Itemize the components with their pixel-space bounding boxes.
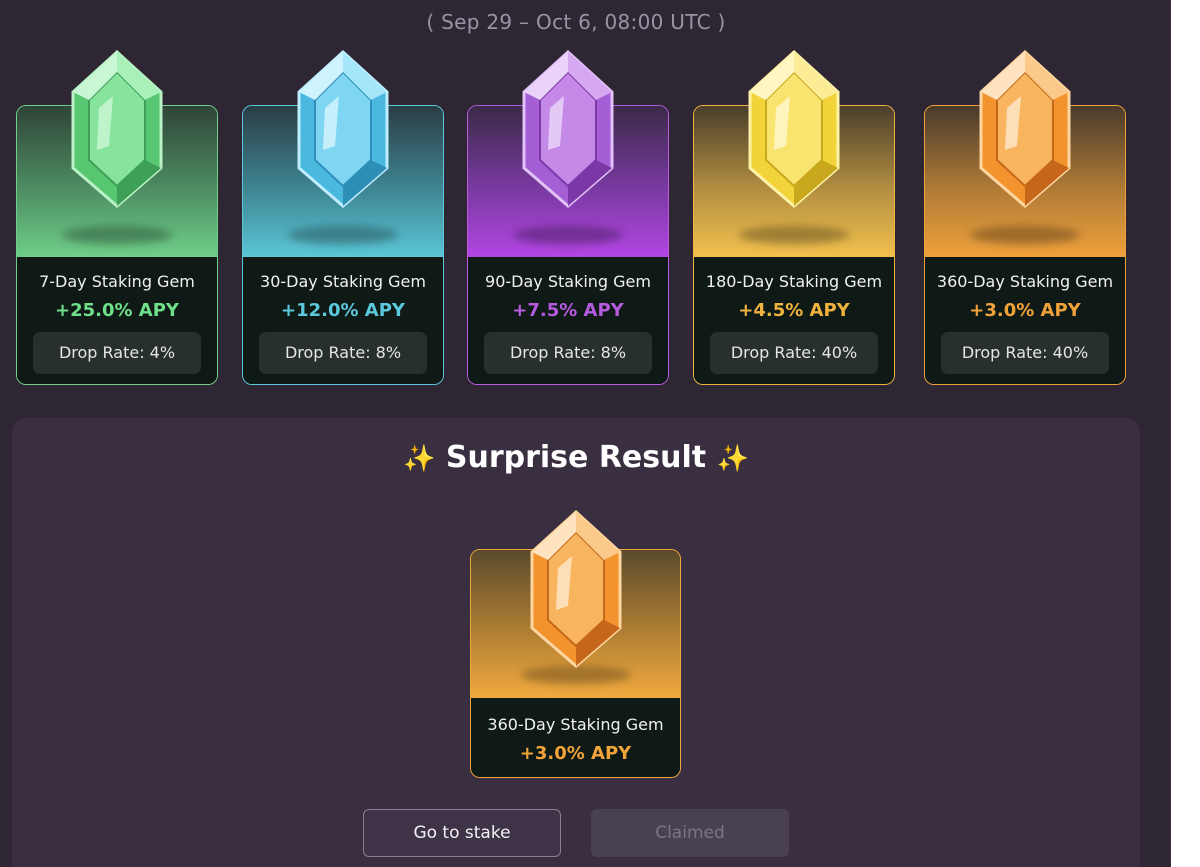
sparkles-icon: ✨ <box>403 444 436 474</box>
drop-rate-badge: Drop Rate: 8% <box>484 332 652 374</box>
gem-card-7-day: 7-Day Staking Gem +25.0% APY Drop Rate: … <box>16 50 218 385</box>
gem-name: 7-Day Staking Gem <box>39 272 195 291</box>
gem-apy: +7.5% APY <box>512 300 624 321</box>
gem-apy: +12.0% APY <box>281 300 405 321</box>
gem-name: 180-Day Staking Gem <box>705 272 883 291</box>
yellow-gem-icon <box>748 50 840 208</box>
gem-card-180-day: 180-Day Staking Gem +4.5% APY Drop Rate:… <box>693 50 895 385</box>
date-range: ( Sep 29 – Oct 6, 08:00 UTC ) <box>426 10 726 34</box>
orange-gem-icon <box>979 50 1071 208</box>
gem-card-90-day: 90-Day Staking Gem +7.5% APY Drop Rate: … <box>467 50 669 385</box>
result-title: ✨ Surprise Result ✨ <box>12 440 1140 475</box>
result-gem-apy: +3.0% APY <box>519 743 632 764</box>
result-title-text: Surprise Result <box>445 440 707 475</box>
result-gem-card: 360-Day Staking Gem +3.0% APY <box>470 510 681 778</box>
surprise-result-panel: ✨ Surprise Result ✨ 360-Day Staking Gem … <box>12 418 1140 867</box>
drop-rate-badge: Drop Rate: 40% <box>710 332 878 374</box>
claimed-button: Claimed <box>591 809 789 857</box>
green-gem-icon <box>71 50 163 208</box>
drop-rate-badge: Drop Rate: 40% <box>941 332 1109 374</box>
gem-apy: +4.5% APY <box>738 300 850 321</box>
orange-gem-icon <box>530 510 621 668</box>
drop-rate-badge: Drop Rate: 4% <box>33 332 201 374</box>
blue-gem-icon <box>297 50 389 208</box>
drop-rate-badge: Drop Rate: 8% <box>259 332 427 374</box>
scrollbar-track[interactable] <box>1170 0 1200 867</box>
gem-name: 30-Day Staking Gem <box>260 272 426 291</box>
gem-name: 90-Day Staking Gem <box>485 272 651 291</box>
gem-name: 360-Day Staking Gem <box>936 272 1114 291</box>
gem-card-30-day: 30-Day Staking Gem +12.0% APY Drop Rate:… <box>242 50 444 385</box>
sparkles-icon: ✨ <box>716 444 749 474</box>
gem-apy: +3.0% APY <box>969 300 1081 321</box>
staking-gems-page: ( Sep 29 – Oct 6, 08:00 UTC ) 7-Day Stak… <box>0 0 1200 867</box>
result-gem-name: 360-Day Staking Gem <box>487 715 664 734</box>
gem-card-360-day: 360-Day Staking Gem +3.0% APY Drop Rate:… <box>924 50 1126 385</box>
purple-gem-icon <box>522 50 614 208</box>
go-to-stake-button[interactable]: Go to stake <box>363 809 561 857</box>
gem-apy: +25.0% APY <box>55 300 179 321</box>
